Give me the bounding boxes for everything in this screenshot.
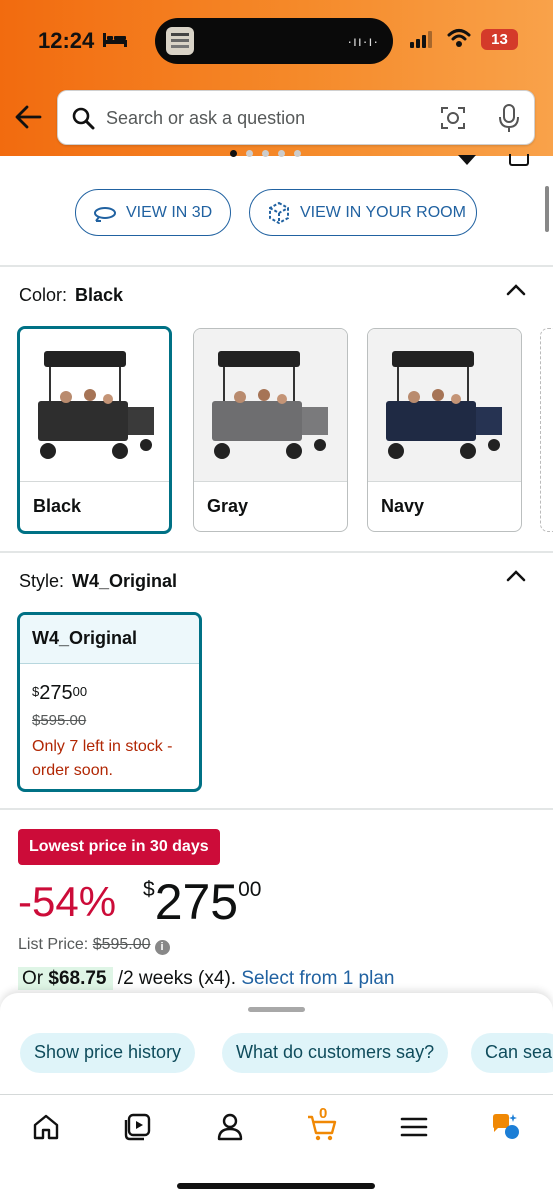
status-time: 12:24 xyxy=(38,28,95,53)
wagon-image xyxy=(368,329,521,481)
deal-badge: Lowest price in 30 days xyxy=(18,829,220,865)
chip-show-price-history[interactable]: Show price history xyxy=(20,1033,196,1073)
view-in-3d-button[interactable]: VIEW IN 3D xyxy=(75,189,231,236)
rufus-chat-icon[interactable] xyxy=(490,1111,522,1143)
camera-lens-icon[interactable] xyxy=(440,105,466,131)
menu-icon[interactable] xyxy=(398,1111,430,1143)
image-carousel-dots xyxy=(230,150,301,157)
scrollbar[interactable] xyxy=(545,186,549,232)
back-arrow-icon[interactable] xyxy=(14,104,42,130)
home-indicator[interactable] xyxy=(177,1183,375,1189)
divider xyxy=(0,265,553,267)
chip-can-search[interactable]: Can sea xyxy=(471,1033,553,1073)
rotate-3d-icon xyxy=(94,206,116,222)
sheet-grabber[interactable] xyxy=(248,1007,305,1012)
info-icon[interactable]: i xyxy=(154,940,170,955)
divider xyxy=(0,551,553,553)
color-option-gray[interactable]: Gray xyxy=(193,328,348,532)
sleep-focus-icon xyxy=(103,33,127,47)
divider xyxy=(0,808,553,810)
ar-cube-icon xyxy=(269,201,289,224)
view-in-your-room-button[interactable]: VIEW IN YOUR ROOM xyxy=(249,189,477,236)
color-option-navy[interactable]: Navy xyxy=(367,328,522,532)
search-icon xyxy=(72,107,95,130)
search-bar[interactable]: Search or ask a question xyxy=(57,90,535,145)
color-option-more[interactable] xyxy=(540,328,553,532)
wagon-image xyxy=(20,329,169,481)
selected-color: Black xyxy=(75,285,124,305)
view-in-your-room-label: VIEW IN YOUR ROOM xyxy=(300,203,466,221)
selected-style: W4_Original xyxy=(72,571,178,591)
now-playing-thumbnail xyxy=(166,27,194,55)
select-plan-link[interactable]: Select from 1 plan xyxy=(241,968,394,989)
style-option-name: W4_Original xyxy=(20,615,199,664)
suggestion-sheet: Show price history What do customers say… xyxy=(0,993,553,1095)
wifi-icon xyxy=(447,29,471,47)
video-icon[interactable] xyxy=(122,1111,154,1143)
chip-what-do-customers-say[interactable]: What do customers say? xyxy=(222,1033,449,1073)
battery-indicator: 13 xyxy=(481,29,518,50)
payment-plan: Or $68.75 /2 weeks (x4). Select from 1 p… xyxy=(18,967,394,990)
price: $27500 xyxy=(143,874,262,930)
wagon-image xyxy=(194,329,347,481)
stock-warning: Only 7 left in stock - order soon. xyxy=(32,738,173,779)
color-label: Color: Black xyxy=(19,285,124,305)
chevron-up-icon[interactable] xyxy=(506,284,526,296)
dynamic-island[interactable]: ·ıı·ı· xyxy=(155,18,393,64)
account-icon[interactable] xyxy=(214,1111,246,1143)
wishlist-heart-icon[interactable] xyxy=(458,155,476,165)
style-option-list-price: $595.00 xyxy=(32,712,87,729)
search-input[interactable]: Search or ask a question xyxy=(106,108,305,129)
color-option-label: Black xyxy=(33,496,82,516)
cart-count: 0 xyxy=(319,1105,328,1122)
list-price: List Price: $595.00 i xyxy=(18,936,170,955)
audio-waveform-icon: ·ıı·ı· xyxy=(347,33,379,49)
color-option-label: Navy xyxy=(381,496,425,516)
color-option-black[interactable]: Black xyxy=(17,326,172,534)
chevron-up-icon[interactable] xyxy=(506,570,526,582)
view-in-3d-label: VIEW IN 3D xyxy=(126,203,213,221)
style-label: Style: W4_Original xyxy=(19,571,178,591)
home-icon[interactable] xyxy=(30,1111,62,1143)
style-option-price: $27500 xyxy=(32,682,88,704)
share-icon[interactable] xyxy=(509,154,529,166)
discount-percent: -54% xyxy=(18,878,117,925)
microphone-icon[interactable] xyxy=(499,103,519,133)
top-bar: 12:24 ·ıı·ı· 13 Search or ask a question xyxy=(0,0,553,156)
cart-button[interactable]: 0 xyxy=(306,1105,338,1143)
cellular-signal-icon xyxy=(410,31,432,48)
style-option-w4-original[interactable]: W4_Original $27500 $595.00 Only 7 left i… xyxy=(17,612,202,792)
color-option-label: Gray xyxy=(207,496,249,516)
